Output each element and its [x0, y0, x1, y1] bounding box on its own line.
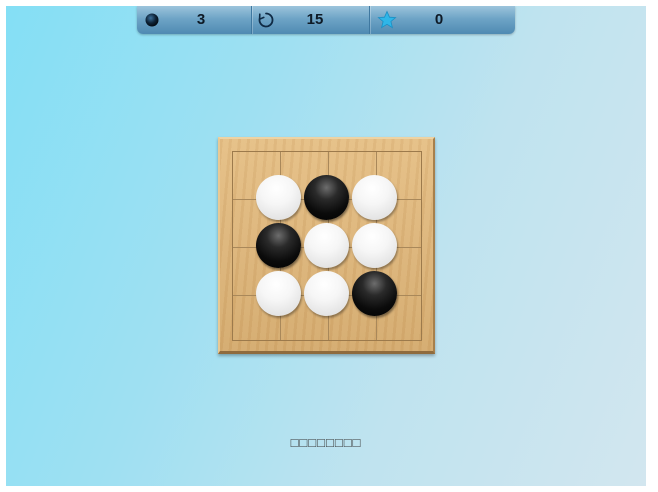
white-stone[interactable] [255, 174, 301, 220]
restart-icon[interactable] [257, 11, 275, 29]
status-text: □□□□□□□□ [290, 435, 362, 450]
white-stone[interactable] [303, 222, 349, 268]
moves-count: 15 [306, 11, 324, 28]
stars-count: 0 [434, 11, 444, 28]
game-stage: 3 15 0 □□□□□□□□ [6, 6, 646, 486]
game-board [218, 137, 435, 354]
black-stone-icon [145, 13, 159, 27]
black-stone[interactable] [303, 174, 349, 220]
white-stone[interactable] [255, 270, 301, 316]
stones-count: 3 [196, 11, 206, 28]
white-stone[interactable] [351, 174, 397, 220]
hud-stars-counter: 0 [370, 6, 515, 34]
hud-stones-counter: 3 [137, 6, 251, 34]
star-icon [377, 10, 397, 29]
black-stone[interactable] [351, 270, 397, 316]
top-hud-bar: 3 15 0 [137, 6, 515, 34]
hud-moves-counter: 15 [252, 6, 369, 34]
white-stone[interactable] [303, 270, 349, 316]
black-stone[interactable] [255, 222, 301, 268]
white-stone[interactable] [351, 222, 397, 268]
